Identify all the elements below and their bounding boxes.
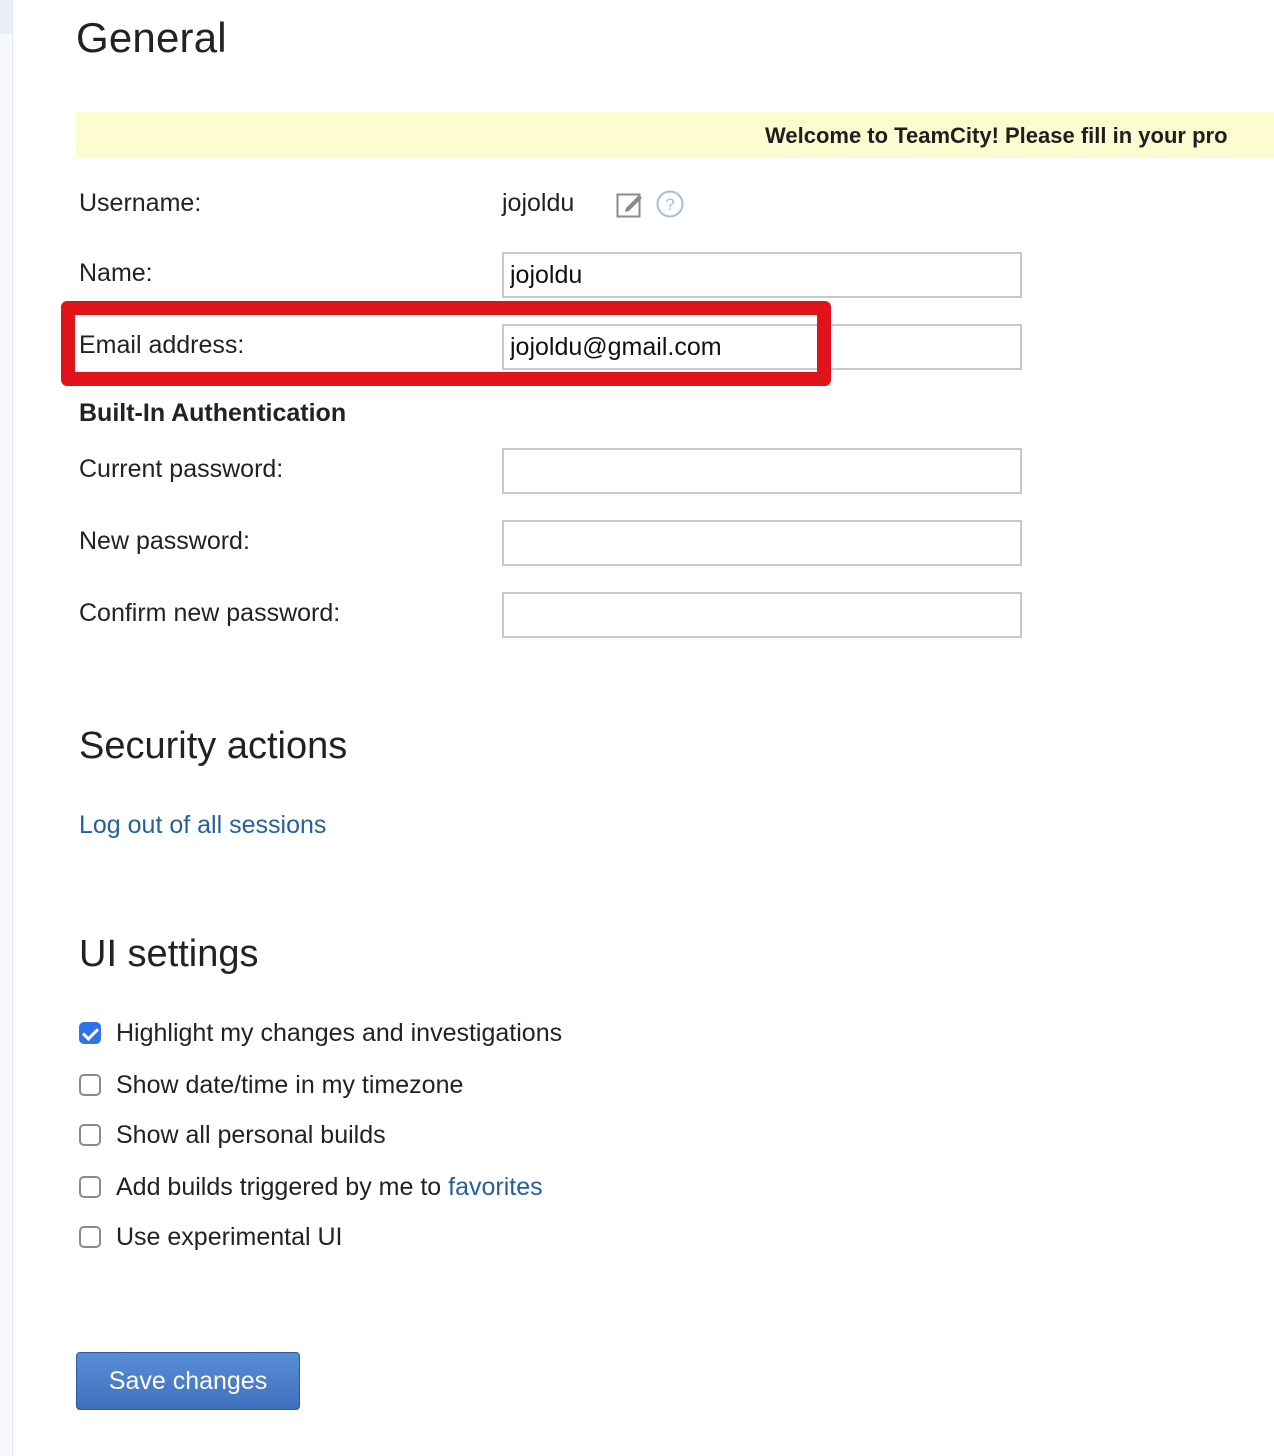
option-experimental-ui[interactable]: Use experimental UI (79, 1222, 342, 1252)
new-password-label: New password: (79, 527, 250, 555)
auth-heading: Built-In Authentication (79, 399, 347, 427)
welcome-banner-text: Welcome to TeamCity! Please fill in your… (765, 123, 1228, 148)
option-label: Add builds triggered by me to favorites (116, 1173, 543, 1202)
save-changes-button[interactable]: Save changes (76, 1352, 300, 1410)
confirm-password-field[interactable] (502, 592, 1022, 638)
name-field[interactable] (502, 252, 1022, 298)
option-show-personal-builds[interactable]: Show all personal builds (79, 1120, 386, 1150)
profile-settings-page: General Welcome to TeamCity! Please fill… (0, 0, 1274, 1456)
current-password-field[interactable] (502, 448, 1022, 494)
page-title: General (76, 14, 227, 61)
new-password-field[interactable] (502, 520, 1022, 566)
checkbox-show-timezone[interactable] (79, 1074, 101, 1096)
checkbox-show-personal-builds[interactable] (79, 1124, 101, 1146)
option-highlight-changes[interactable]: Highlight my changes and investigations (79, 1018, 562, 1048)
username-value: jojoldu (502, 189, 575, 217)
current-password-label: Current password: (79, 455, 284, 483)
email-label: Email address: (79, 331, 245, 359)
security-actions-title: Security actions (79, 725, 348, 767)
svg-text:?: ? (665, 195, 674, 214)
option-show-timezone[interactable]: Show date/time in my timezone (79, 1070, 463, 1100)
confirm-password-label: Confirm new password: (79, 599, 341, 627)
checkbox-add-builds-to-favorites[interactable] (79, 1176, 101, 1198)
logout-all-sessions-link[interactable]: Log out of all sessions (79, 811, 326, 840)
welcome-banner: Welcome to TeamCity! Please fill in your… (76, 112, 1274, 158)
option-add-builds-to-favorites[interactable]: Add builds triggered by me to favorites (79, 1172, 543, 1202)
email-field[interactable] (502, 324, 1022, 370)
checkbox-experimental-ui[interactable] (79, 1226, 101, 1248)
option-label-text: Add builds triggered by me to (116, 1172, 449, 1201)
help-icon[interactable]: ? (656, 190, 684, 218)
option-label: Use experimental UI (116, 1222, 343, 1251)
name-label: Name: (79, 259, 153, 287)
option-label: Show all personal builds (116, 1120, 386, 1149)
option-label: Highlight my changes and investigations (116, 1018, 563, 1047)
sidebar-selected-item (0, 0, 12, 34)
ui-settings-title: UI settings (79, 933, 259, 975)
option-label: Show date/time in my timezone (116, 1070, 464, 1099)
edit-icon[interactable] (616, 190, 644, 218)
left-sidebar-edge (0, 0, 13, 1456)
favorites-link[interactable]: favorites (448, 1173, 542, 1201)
username-label: Username: (79, 189, 202, 217)
checkbox-highlight-changes[interactable] (79, 1022, 101, 1044)
